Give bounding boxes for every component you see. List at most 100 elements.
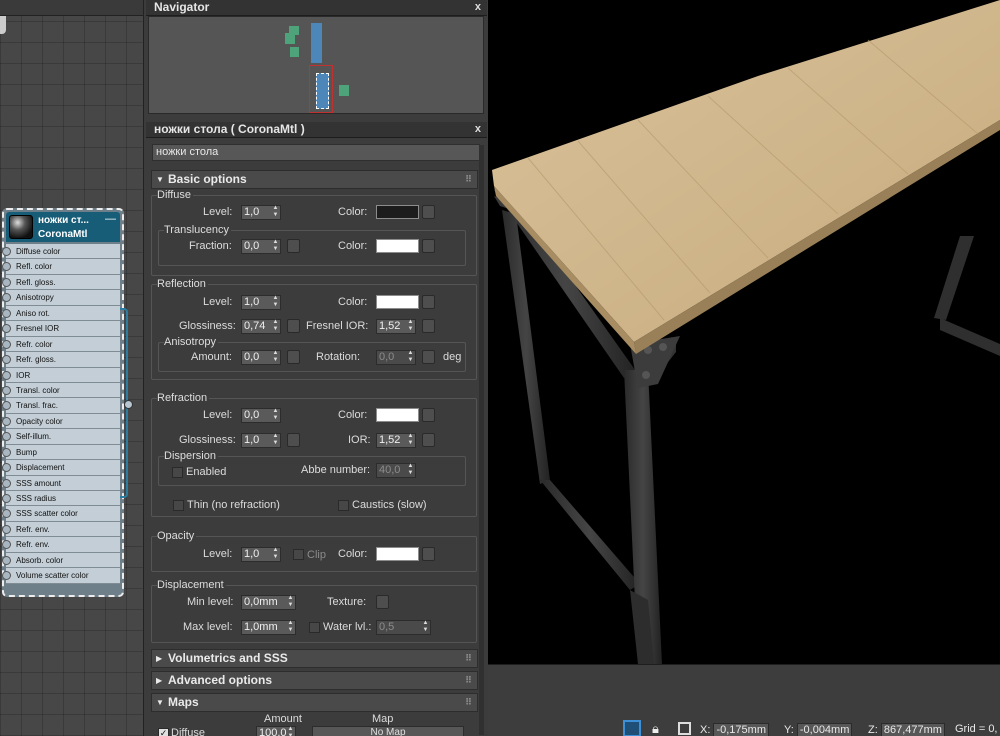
spinner-arrows-icon[interactable]: ▲ ▼ [407,463,414,477]
spinner-arrows-icon[interactable]: ▲ ▼ [287,595,294,609]
anisotropy-amount-map-button[interactable] [287,350,300,364]
node-input-slot[interactable]: Refr. gloss. [2,352,120,368]
node-input-slot[interactable]: Self-illum. [2,429,120,445]
input-socket-icon[interactable] [2,540,11,550]
input-socket-icon[interactable] [2,324,11,334]
node-input-slot[interactable]: Absorb. color [2,552,120,569]
fresnel-ior-map-button[interactable] [422,319,435,333]
input-socket-icon[interactable] [2,447,11,457]
rollout-advanced[interactable]: ▶ Advanced options ⠿ [151,671,478,690]
refraction-map-button[interactable] [422,408,435,422]
node-input-slot[interactable]: Refr. color [2,336,120,353]
reflection-map-button[interactable] [422,295,435,309]
input-socket-icon[interactable] [2,385,11,395]
node-input-slot[interactable]: Refl. color [2,259,120,275]
translucency-color-swatch[interactable] [376,239,419,253]
anisotropy-rotation-spinner[interactable]: 0,0 ▲ ▼ [376,350,416,365]
ior-map-button[interactable] [422,433,435,447]
water-level-spinner[interactable]: 0,5 ▲ ▼ [376,620,431,635]
anisotropy-amount-spinner[interactable]: 0,0 ▲ ▼ [241,350,281,365]
spinner-arrows-icon[interactable]: ▲ ▼ [272,350,279,364]
slate-node-view[interactable]: ножки ст... CoronaMtl — Diffuse color Ref… [0,0,143,736]
input-socket-icon[interactable] [2,370,11,380]
input-socket-icon[interactable] [2,401,11,411]
spinner-arrows-icon[interactable]: ▲ ▼ [287,726,294,736]
ior-spinner[interactable]: 1,52 ▲ ▼ [376,433,416,448]
refraction-color-swatch[interactable] [376,408,419,422]
diffuse-level-spinner[interactable]: 1,0 ▲ ▼ [241,205,281,220]
input-socket-icon[interactable] [2,432,11,442]
reflection-level-spinner[interactable]: 1,0 ▲ ▼ [241,295,281,310]
thin-checkbox[interactable] [173,500,184,511]
spinner-arrows-icon[interactable]: ▲ ▼ [422,620,429,634]
node-input-slot[interactable]: Refr. env. [2,537,120,553]
node-input-slot[interactable]: Transl. color [2,382,120,399]
node-input-slot[interactable]: Bump [2,444,120,461]
spinner-arrows-icon[interactable]: ▲ ▼ [287,620,294,634]
input-socket-icon[interactable] [2,555,11,565]
input-socket-icon[interactable] [2,293,11,303]
panel-scrollbar[interactable] [479,145,484,735]
diffuse-map-button[interactable] [422,205,435,219]
maps-diffuse-checkbox[interactable]: ✓ [158,728,169,736]
coord-y-field[interactable]: -0,004mm [796,723,853,736]
input-socket-icon[interactable] [2,339,11,349]
clip-checkbox[interactable] [293,549,304,560]
anisotropy-rotation-map-button[interactable] [422,350,435,364]
abbe-number-spinner[interactable]: 40,0 ▲ ▼ [376,463,416,478]
input-socket-icon[interactable] [2,262,11,272]
displacement-max-spinner[interactable]: 1,0mm ▲ ▼ [241,620,296,635]
spinner-arrows-icon[interactable]: ▲ ▼ [272,547,279,561]
node-input-slot[interactable]: Diffuse color [2,244,120,260]
reflection-color-swatch[interactable] [376,295,419,309]
material-editor-titlebar[interactable]: ножки стола ( CoronaMtl ) x [146,122,487,138]
input-socket-icon[interactable] [2,416,11,426]
input-socket-icon[interactable] [2,247,11,256]
refraction-gloss-map-button[interactable] [287,433,300,447]
input-socket-icon[interactable] [2,308,11,318]
perspective-viewport[interactable] [488,0,1000,664]
spinner-arrows-icon[interactable]: ▲ ▼ [272,205,279,219]
maps-diffuse-amount-spinner[interactable]: 100,0 ▲ ▼ [256,726,296,736]
opacity-map-button[interactable] [422,547,435,561]
navigator-close-button[interactable]: x [475,0,481,14]
caustics-checkbox[interactable] [338,500,349,511]
absolute-mode-icon[interactable] [678,722,691,735]
input-socket-icon[interactable] [2,478,11,488]
input-socket-icon[interactable] [2,524,11,534]
translucency-fraction-map-button[interactable] [287,239,300,253]
node-input-slot[interactable]: Refl. gloss. [2,274,120,291]
rollout-basic-options[interactable]: ▼ Basic options ⠿ [151,170,478,189]
node-input-slot[interactable]: Displacement [2,460,120,476]
material-node-header[interactable]: ножки ст... CoronaMtl — [6,212,120,242]
coord-z-field[interactable]: 867,477mm [880,723,945,736]
reflection-gloss-map-button[interactable] [287,319,300,333]
opacity-level-spinner[interactable]: 1,0 ▲ ▼ [241,547,281,562]
reflection-gloss-spinner[interactable]: 0,74 ▲ ▼ [241,319,281,334]
input-socket-icon[interactable] [2,494,11,503]
node-input-slot[interactable]: IOR [2,367,120,383]
navigator-view[interactable] [148,16,484,114]
rollout-volumetrics[interactable]: ▶ Volumetrics and SSS ⠿ [151,649,478,668]
input-socket-icon[interactable] [2,355,11,365]
rollout-maps[interactable]: ▼ Maps ⠿ [151,693,478,712]
refraction-gloss-spinner[interactable]: 1,0 ▲ ▼ [241,433,281,448]
material-node[interactable]: ножки ст... CoronaMtl — Diffuse color Ref… [2,208,133,597]
node-minimize-button[interactable]: — [105,213,116,225]
fresnel-ior-spinner[interactable]: 1,52 ▲ ▼ [376,319,416,334]
node-input-slot[interactable]: Opacity color [2,413,120,430]
node-input-slot[interactable]: Volume scatter color [2,568,120,584]
node-input-slot[interactable]: SSS amount [2,475,120,491]
water-level-checkbox[interactable] [309,622,320,633]
node-input-slot[interactable]: SSS scatter color [2,506,120,522]
spinner-arrows-icon[interactable]: ▲ ▼ [407,319,414,333]
translucency-fraction-spinner[interactable]: 0,0 ▲ ▼ [241,239,281,254]
node-input-slot[interactable]: Aniso rot. [2,305,120,322]
maps-diffuse-map-button[interactable]: No Map [312,726,464,736]
spinner-arrows-icon[interactable]: ▲ ▼ [407,433,414,447]
input-socket-icon[interactable] [2,277,11,287]
material-name-field[interactable]: ножки стола [152,144,480,161]
spinner-arrows-icon[interactable]: ▲ ▼ [272,319,279,333]
node-input-slot[interactable]: Fresnel IOR [2,321,120,337]
refraction-level-spinner[interactable]: 0,0 ▲ ▼ [241,408,281,423]
